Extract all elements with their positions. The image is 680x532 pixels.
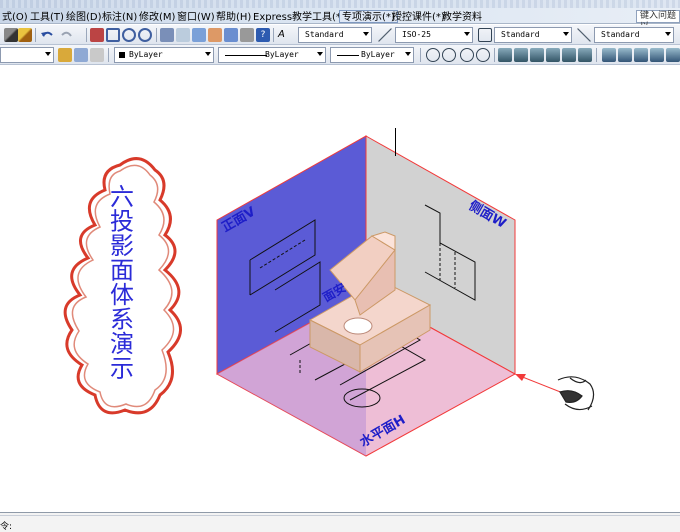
lineweight-select[interactable]: ByLayer bbox=[330, 47, 414, 63]
table-style-select[interactable]: Standard bbox=[494, 27, 572, 43]
properties-icon[interactable] bbox=[160, 28, 174, 42]
layer-manager-icon[interactable] bbox=[58, 48, 72, 62]
zoom-window-icon[interactable] bbox=[122, 28, 136, 42]
render-icon[interactable] bbox=[634, 48, 648, 62]
help-icon[interactable]: ? bbox=[256, 28, 270, 42]
menu-courseware[interactable]: 授控课件(*) bbox=[390, 11, 447, 24]
chevron-down-icon bbox=[45, 52, 51, 56]
chevron-down-icon bbox=[317, 52, 323, 56]
undo-icon[interactable] bbox=[40, 28, 54, 42]
view-front-icon[interactable] bbox=[498, 48, 512, 62]
text-style-select[interactable]: Standard bbox=[298, 27, 372, 43]
view-back-icon[interactable] bbox=[514, 48, 528, 62]
chevron-down-icon bbox=[563, 32, 569, 36]
menu-tools[interactable]: 工具(T) bbox=[28, 11, 66, 24]
menu-express[interactable]: Express bbox=[251, 11, 294, 24]
view-nw-iso-icon[interactable] bbox=[578, 48, 592, 62]
drawing-canvas[interactable]: 六投影面体系演示 正面V 侧面W 水平面H 面安 bbox=[0, 66, 680, 512]
toolbar-separator bbox=[86, 28, 87, 42]
shade-icon[interactable] bbox=[602, 48, 616, 62]
menu-window[interactable]: 窗口(W) bbox=[175, 11, 217, 24]
camera-icon[interactable] bbox=[650, 48, 664, 62]
redo-icon[interactable] bbox=[60, 28, 74, 42]
lineweight-value: ByLayer bbox=[361, 50, 395, 59]
undo-icon-glyph bbox=[41, 31, 53, 37]
tool-palettes-icon[interactable] bbox=[192, 28, 206, 42]
chevron-down-icon bbox=[205, 52, 211, 56]
toolbar-separator bbox=[108, 48, 109, 62]
chevron-down-icon bbox=[363, 32, 369, 36]
linetype-sample bbox=[225, 55, 267, 56]
markup-icon[interactable] bbox=[224, 28, 238, 42]
toolbar-separator bbox=[35, 28, 36, 42]
command-prompt: 令: bbox=[0, 522, 13, 532]
menu-bar: 式(O) 工具(T) 绘图(D) 标注(N) 修改(M) 窗口(W) 帮助(H)… bbox=[0, 0, 680, 32]
design-center-icon[interactable] bbox=[176, 28, 190, 42]
menu-teaching-material[interactable]: 教学资料 bbox=[440, 11, 484, 24]
layer-previous-icon[interactable] bbox=[74, 48, 88, 62]
multileader-style-select[interactable]: Standard bbox=[594, 27, 674, 43]
orbit-icon[interactable] bbox=[618, 48, 632, 62]
zoom-previous-icon[interactable] bbox=[138, 28, 152, 42]
redo-icon-glyph bbox=[61, 31, 72, 37]
toolbar-separator bbox=[420, 48, 421, 62]
linetype-value: ByLayer bbox=[265, 50, 299, 59]
layer-select[interactable] bbox=[0, 47, 54, 63]
help-search-input[interactable]: 键入问题以 bbox=[636, 10, 680, 32]
color-select[interactable]: ByLayer bbox=[114, 47, 214, 63]
command-history-divider bbox=[0, 515, 680, 516]
menu-dimension[interactable]: 标注(N) bbox=[100, 11, 139, 24]
menu-modify[interactable]: 修改(M) bbox=[137, 11, 177, 24]
view-ne-iso-icon[interactable] bbox=[562, 48, 576, 62]
command-line[interactable]: 令: bbox=[0, 512, 680, 532]
dim-style-value: ISO-25 bbox=[402, 30, 431, 39]
sheet-set-icon[interactable] bbox=[208, 28, 222, 42]
pan-icon[interactable] bbox=[90, 28, 104, 42]
dim-style-icon[interactable] bbox=[378, 28, 392, 42]
view-sw-iso-icon[interactable] bbox=[530, 48, 544, 62]
brush-icon[interactable] bbox=[18, 28, 32, 42]
lineweight-sample bbox=[337, 55, 359, 56]
text-style-value: Standard bbox=[305, 30, 344, 39]
crosshair-cursor bbox=[395, 128, 396, 156]
walk-icon[interactable] bbox=[666, 48, 680, 62]
table-style-value: Standard bbox=[501, 30, 540, 39]
color-swatch bbox=[119, 52, 125, 58]
text-style-icon[interactable]: A bbox=[278, 28, 292, 42]
view-bottom-icon[interactable] bbox=[442, 48, 456, 62]
view-se-iso-icon[interactable] bbox=[546, 48, 560, 62]
pencil-icon[interactable] bbox=[4, 28, 18, 42]
title-char: 示 bbox=[110, 355, 134, 383]
menu-special-demo[interactable]: 专项演示(*) bbox=[339, 10, 398, 23]
menu-format[interactable]: 式(O) bbox=[0, 11, 30, 24]
zoom-realtime-icon[interactable] bbox=[106, 28, 120, 42]
eye-sketch-icon bbox=[557, 376, 595, 411]
layer-states-icon[interactable] bbox=[90, 48, 104, 62]
view-top-icon[interactable] bbox=[426, 48, 440, 62]
multileader-style-icon[interactable] bbox=[577, 28, 591, 42]
toolbar-separator bbox=[596, 48, 597, 62]
vertical-title: 六投影面体系演示 bbox=[110, 183, 134, 383]
chevron-down-icon bbox=[405, 52, 411, 56]
toolbar-separator bbox=[156, 28, 157, 42]
toolbar-separator bbox=[273, 28, 274, 42]
chevron-down-icon bbox=[665, 32, 671, 36]
color-value: ByLayer bbox=[129, 50, 163, 59]
drawing-svg: 六投影面体系演示 正面V 侧面W 水平面H 面安 bbox=[63, 135, 595, 457]
view-left-icon[interactable] bbox=[460, 48, 474, 62]
linetype-select[interactable]: ByLayer bbox=[218, 47, 326, 63]
menu-help[interactable]: 帮助(H) bbox=[214, 11, 253, 24]
table-style-icon[interactable] bbox=[478, 28, 492, 42]
standard-toolbar: ? A Standard ISO-25 Standard Standard bbox=[0, 25, 680, 45]
toolbar-separator bbox=[494, 48, 495, 62]
dim-style-select[interactable]: ISO-25 bbox=[395, 27, 473, 43]
calculator-icon[interactable] bbox=[240, 28, 254, 42]
menu-draw[interactable]: 绘图(D) bbox=[64, 11, 104, 24]
multileader-style-value: Standard bbox=[601, 30, 640, 39]
chevron-down-icon bbox=[464, 32, 470, 36]
title-bar-stripe bbox=[0, 0, 680, 8]
properties-toolbar: ByLayer ByLayer ByLayer bbox=[0, 45, 680, 65]
view-right-icon[interactable] bbox=[476, 48, 490, 62]
